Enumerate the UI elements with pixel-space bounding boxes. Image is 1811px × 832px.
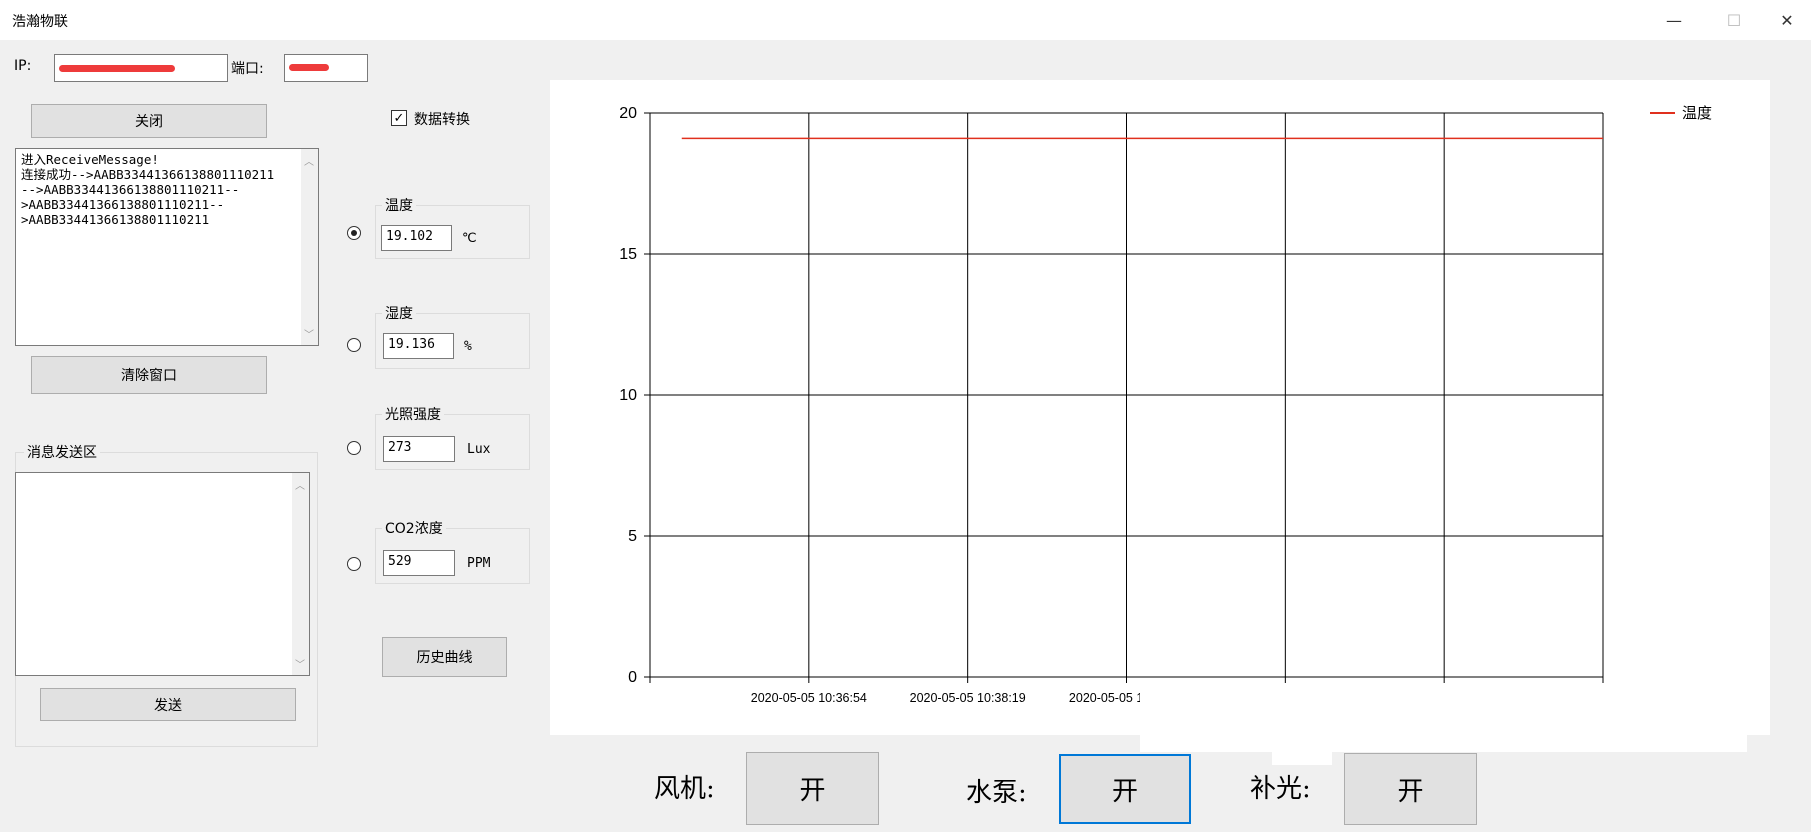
close-window-button[interactable]: ✕ [1764,0,1810,40]
legend-label: 温度 [1682,105,1712,122]
receive-log[interactable]: 进入ReceiveMessage! 连接成功-->AABB334413661388… [15,148,319,346]
fan-on-button[interactable]: 开 [746,752,879,825]
co2-radio[interactable] [347,557,361,571]
humidity-radio[interactable] [347,338,361,352]
minimize-icon: — [1666,10,1682,30]
light-value[interactable]: 273 [383,436,455,462]
window-title: 浩瀚物联 [12,14,68,30]
clear-window-button[interactable]: 清除窗口 [31,356,267,394]
light-fill-on-button[interactable]: 开 [1344,753,1477,825]
y-tick-label: 20 [619,105,637,122]
send-scrollbar[interactable]: ︿ ﹀ [292,473,309,675]
log-line: >AABB33441366138801110211 [21,212,210,227]
maximize-button[interactable]: ☐ [1711,0,1757,40]
data-convert-checkbox[interactable]: ✓ [391,110,407,126]
send-button[interactable]: 发送 [40,688,296,721]
temperature-chart: 0 5 10 15 20 2020-05-05 10:36:54 2020-05-05 1… [550,80,1770,735]
redaction-mark [289,64,329,71]
light-radio[interactable] [347,441,361,455]
send-message-input[interactable]: ︿ ﹀ [15,472,310,676]
ip-label: IP: [14,58,32,74]
light-unit: Lux [467,442,491,457]
y-tick-label: 5 [628,528,637,545]
maximize-icon: ☐ [1726,10,1742,30]
scroll-down-icon[interactable]: ﹀ [304,326,314,341]
temperature-unit: ℃ [462,231,477,246]
temperature-value[interactable]: 19.102 [381,225,452,251]
x-tick-label: 2020-05-05 10:38:19 [910,691,1026,705]
y-tick-label: 0 [628,669,637,686]
humidity-unit: % [464,339,472,354]
temperature-radio[interactable] [347,226,361,240]
humidity-value[interactable]: 19.136 [383,333,454,359]
port-label: 端口: [231,61,264,77]
y-tick-label: 15 [619,246,637,263]
pump-on-button[interactable]: 开 [1059,754,1191,824]
redaction-mark [59,65,175,72]
receive-scrollbar[interactable]: ︿ ﹀ [301,149,318,345]
close-icon: ✕ [1780,10,1794,30]
log-line: 连接成功-->AABB33441366138801110211 [21,167,275,182]
minimize-button[interactable]: — [1651,0,1697,40]
co2-unit: PPM [467,556,491,571]
history-curve-button[interactable]: 历史曲线 [382,637,507,677]
log-line: -->AABB33441366138801110211-- [21,182,240,197]
light-label: 光照强度 [382,404,444,424]
close-connection-button[interactable]: 关闭 [31,104,267,138]
port-input[interactable] [284,54,368,82]
log-line: >AABB33441366138801110211-- [21,197,225,212]
fan-label: 风机: [654,774,715,804]
ip-input[interactable] [54,54,228,82]
co2-label: CO2浓度 [382,518,446,538]
light-fill-label: 补光: [1250,774,1311,804]
title-bar [0,0,1811,40]
data-convert-label: 数据转换 [414,112,470,128]
temperature-label: 温度 [382,195,416,215]
receive-log-content: 进入ReceiveMessage! 连接成功-->AABB334413661388… [21,152,274,227]
send-group-label: 消息发送区 [24,442,100,462]
scroll-up-icon[interactable]: ︿ [295,477,305,492]
checkmark-icon: ✓ [393,110,405,126]
x-tick-label: 2020-05-05 10:36:54 [751,691,867,705]
chart-background [550,80,1770,735]
overlay-panel [1140,690,1747,752]
scroll-up-icon[interactable]: ︿ [304,153,314,168]
overlay-panel [1272,735,1332,765]
co2-value[interactable]: 529 [383,550,455,576]
y-tick-label: 10 [619,387,637,404]
humidity-label: 湿度 [382,303,416,323]
pump-label: 水泵: [966,778,1027,808]
scroll-down-icon[interactable]: ﹀ [295,656,305,671]
log-line: 进入ReceiveMessage! [21,152,159,167]
